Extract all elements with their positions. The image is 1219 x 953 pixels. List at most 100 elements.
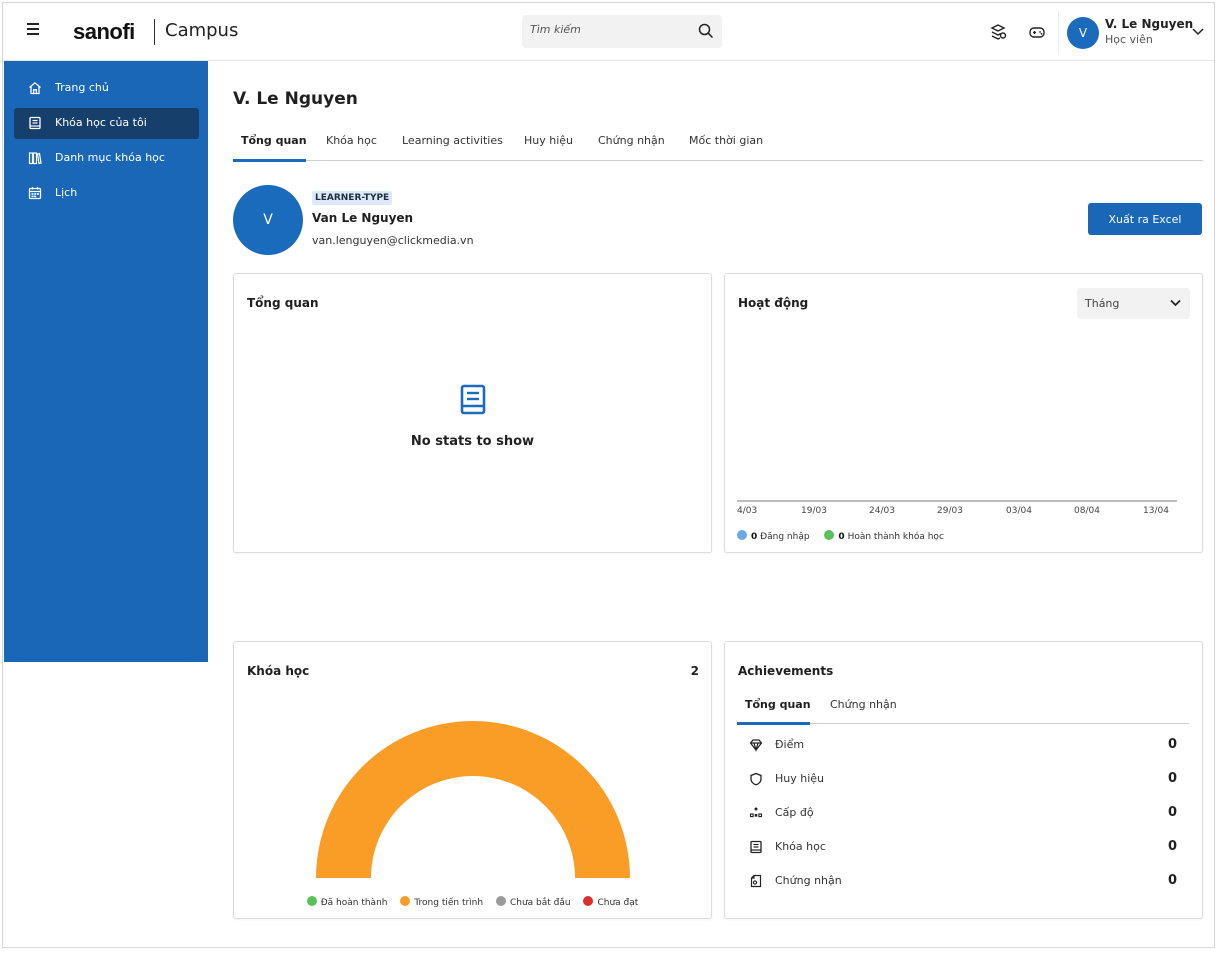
legend-label: Trong tiến trình (414, 898, 484, 908)
legend-item-completions[interactable]: 0 Hoàn thành khóa học (824, 530, 944, 542)
profile-name: Van Le Nguyen (312, 211, 414, 225)
book-icon (750, 840, 762, 854)
x-tick-label: 24/03 (869, 506, 895, 516)
legend-count: 0 (838, 532, 845, 542)
x-tick-label: 13/04 (1143, 506, 1169, 516)
tab-overview[interactable]: Tổng quan (241, 134, 307, 147)
legend-count: 0 (751, 532, 758, 542)
tab-achievements-overview[interactable]: Tổng quan (745, 698, 811, 711)
sidebar-item-label: Trang chủ (55, 81, 109, 94)
x-axis (737, 500, 1177, 502)
profile-avatar: V (233, 185, 303, 255)
achievement-row-levels: Cấp độ 0 (737, 798, 1177, 828)
tab-badges[interactable]: Huy hiệu (524, 134, 573, 147)
activity-legend: 0 Đăng nhập 0 Hoàn thành khóa học (737, 530, 956, 542)
sidebar-item-label: Danh mục khóa học (55, 151, 165, 164)
course-count: 2 (690, 664, 699, 678)
x-tick-label: 29/03 (937, 506, 963, 516)
legend-label: Đã hoàn thành (320, 898, 388, 908)
user-menu[interactable]: V V. Le Nguyen Học viên (1058, 12, 1210, 54)
x-tick-label: 19/03 (801, 506, 827, 516)
legend-item-completed[interactable]: Đã hoàn thành (306, 896, 388, 908)
card-title: Hoạt động (738, 296, 809, 310)
logo: sanofi (73, 19, 135, 44)
export-excel-button[interactable]: Xuất ra Excel (1088, 203, 1202, 235)
menu-icon[interactable] (27, 23, 41, 37)
card-title: Khóa học (247, 664, 310, 678)
card-title: Tổng quan (247, 296, 319, 310)
achievement-row-courses: Khóa học 0 (737, 832, 1177, 862)
legend-dot (495, 896, 506, 906)
chevron-down-icon (1170, 299, 1181, 307)
achievement-row-points: Điểm 0 (737, 730, 1177, 760)
x-tick-label: 4/03 (737, 506, 758, 516)
sidebar-item-label: Khóa học của tôi (55, 116, 147, 129)
donut-segment-1[interactable] (316, 721, 630, 878)
top-bar: sanofi Campus V V. Le Nguyen Học viên (3, 3, 1214, 61)
achievement-label: Điểm (775, 738, 805, 751)
achievement-row-badges: Huy hiệu 0 (737, 764, 1177, 794)
legend-item-failed[interactable]: Chưa đạt (583, 896, 638, 908)
tab-achievements-certificates[interactable]: Chứng nhận (830, 698, 897, 711)
book-icon (29, 116, 41, 130)
active-tab-indicator (737, 722, 810, 725)
legend-item-not-started[interactable]: Chưa bắt đầu (495, 896, 571, 908)
sidebar: Trang chủ Khóa học của tôi Danh mục khóa… (4, 61, 208, 662)
legend-item-logins[interactable]: 0 Đăng nhập (737, 530, 810, 542)
card-title: Achievements (738, 664, 834, 678)
book-icon (460, 384, 486, 415)
sidebar-item-my-courses[interactable]: Khóa học của tôi (14, 108, 199, 139)
achievement-value: 0 (1167, 805, 1177, 820)
gamepad-icon[interactable] (1028, 23, 1046, 41)
diamond-icon (749, 739, 763, 752)
achievement-label: Huy hiệu (775, 772, 825, 785)
sidebar-item-home[interactable]: Trang chủ (14, 73, 199, 104)
legend-dot (737, 530, 747, 540)
courses-card: Khóa học 2 Đã hoàn thành Trong tiến trìn… (233, 641, 712, 919)
period-value: Tháng (1085, 297, 1120, 310)
sidebar-item-calendar[interactable]: Lịch (14, 178, 199, 209)
courses-half-donut-chart (316, 721, 630, 878)
active-tab-indicator (233, 159, 306, 162)
search-icon[interactable] (698, 23, 714, 39)
certificate-icon (750, 874, 762, 888)
achievement-value: 0 (1167, 839, 1177, 854)
tab-learning-activities[interactable]: Learning activities (402, 134, 503, 147)
app-window: sanofi Campus V V. Le Nguyen Học viên Tr… (2, 2, 1215, 948)
levels-icon (749, 807, 763, 818)
avatar: V (1067, 17, 1099, 49)
logo-divider (154, 19, 155, 45)
tab-courses[interactable]: Khóa học (326, 134, 377, 147)
shield-icon (750, 772, 762, 786)
user-role: Học viên (1105, 33, 1153, 46)
legend-dot (400, 896, 411, 906)
x-tick-label: 08/04 (1074, 506, 1100, 516)
app-name: Campus (165, 20, 239, 41)
legend-dot (824, 530, 835, 540)
tab-certificates[interactable]: Chứng nhận (598, 134, 665, 147)
courses-legend: Đã hoàn thành Trong tiến trình Chưa bắt … (234, 896, 711, 908)
layers-coins-icon[interactable] (989, 23, 1007, 41)
achievement-value: 0 (1167, 771, 1177, 786)
achievement-value: 0 (1167, 737, 1177, 752)
user-name: V. Le Nguyen (1105, 17, 1194, 31)
library-icon (28, 152, 42, 165)
learner-type-badge: LEARNER-TYPE (312, 191, 393, 205)
legend-label: Đăng nhập (760, 532, 810, 542)
sidebar-item-label: Lịch (55, 186, 78, 199)
legend-item-in-progress[interactable]: Trong tiến trình (400, 896, 483, 908)
profile-tabs: Tổng quan Khóa học Learning activities H… (233, 123, 1203, 162)
period-select[interactable]: Tháng (1077, 288, 1190, 319)
achievement-label: Cấp độ (775, 806, 814, 819)
empty-state-text: No stats to show (410, 434, 535, 449)
achievement-label: Khóa học (775, 840, 826, 853)
legend-dot (583, 896, 594, 906)
legend-dot (306, 896, 317, 906)
legend-label: Chưa đạt (597, 898, 639, 908)
legend-label: Chưa bắt đầu (509, 898, 571, 908)
home-icon (29, 81, 41, 95)
search-input[interactable] (530, 23, 680, 36)
sidebar-item-course-catalog[interactable]: Danh mục khóa học (14, 143, 199, 174)
tab-timeline[interactable]: Mốc thời gian (689, 134, 763, 147)
calendar-icon (28, 187, 42, 200)
